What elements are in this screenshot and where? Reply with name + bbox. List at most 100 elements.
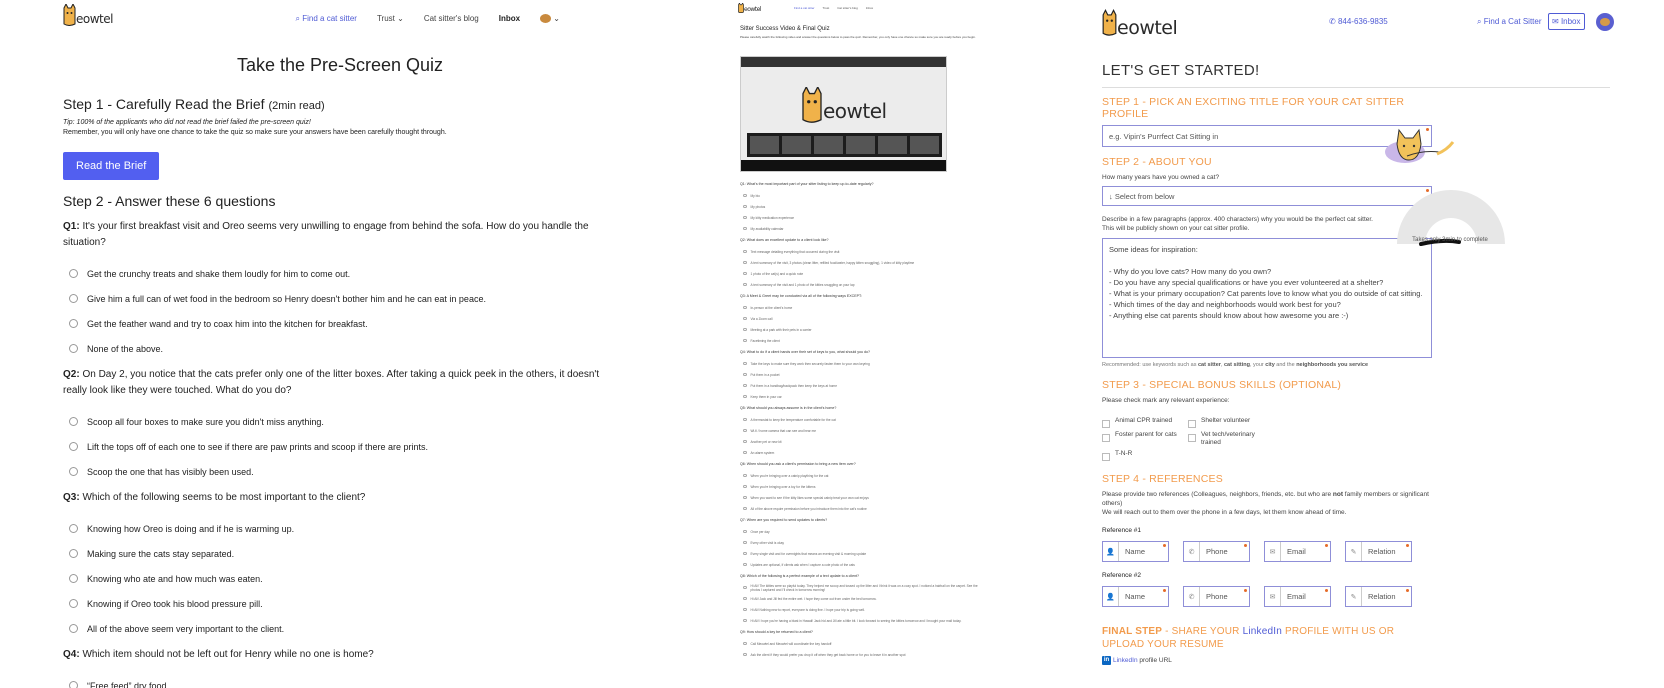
radio-button[interactable] [69, 549, 78, 558]
answer-option[interactable]: Facetiming the client [740, 335, 980, 346]
answer-option[interactable]: All of the above seem very important to … [63, 616, 618, 641]
answer-option[interactable]: Every single visit and for overnights th… [740, 548, 980, 559]
ref1-email-input[interactable]: ✉ Email [1264, 541, 1331, 562]
radio-button[interactable] [743, 484, 747, 489]
answer-option[interactable]: In-person at the client's home [740, 302, 980, 313]
answer-option[interactable]: All of the above require permission befo… [740, 503, 980, 514]
nav-trust[interactable]: Trust ⌄ [377, 14, 404, 24]
radio-button[interactable] [743, 338, 747, 343]
answer-option[interactable]: None of the above. [63, 336, 618, 361]
nav-inbox[interactable]: Inbox [499, 14, 520, 24]
answer-option[interactable]: Knowing if Oreo took his blood pressure … [63, 591, 618, 616]
nav-trust[interactable]: Trust [823, 6, 830, 10]
radio-button[interactable] [743, 204, 747, 209]
nav-avatar[interactable]: ⌄ [540, 14, 560, 24]
radio-button[interactable] [743, 641, 747, 646]
answer-option[interactable]: “Free feed” dry food. [63, 673, 618, 688]
answer-option[interactable]: Scoop all four boxes to make sure you di… [63, 409, 618, 434]
answer-option[interactable]: Updates are optional, if clients ask whe… [740, 559, 980, 570]
ref2-relation-input[interactable]: ✎ Relation [1345, 586, 1412, 607]
radio-button[interactable] [743, 450, 747, 455]
answer-option[interactable]: Via a Zoom call [740, 313, 980, 324]
radio-button[interactable] [69, 681, 78, 688]
radio-button[interactable] [743, 607, 747, 612]
skill-shelter-volunteer[interactable]: Shelter volunteer [1188, 417, 1274, 428]
ref2-name-input[interactable]: 👤 Name [1102, 586, 1169, 607]
years-select[interactable]: ↓ Select from below [1102, 186, 1432, 206]
checkbox[interactable] [1102, 453, 1110, 461]
answer-option[interactable]: Every other visit is okay [740, 537, 980, 548]
radio-button[interactable] [743, 361, 747, 366]
ref2-phone-input[interactable]: ✆ Phone [1183, 586, 1250, 607]
answer-option[interactable]: Once per day [740, 526, 980, 537]
radio-button[interactable] [743, 618, 747, 623]
answer-option[interactable]: A text summary of the visit, 3 photos (c… [740, 257, 980, 268]
meowtel-logo[interactable]: eowtel [63, 4, 113, 26]
checkbox[interactable] [1188, 434, 1196, 442]
ref1-phone-input[interactable]: ✆ Phone [1183, 541, 1250, 562]
answer-option[interactable]: My kitty medication experience [740, 212, 980, 223]
radio-button[interactable] [743, 215, 747, 220]
about-textarea[interactable]: Some ideas for inspiration: - Why do you… [1102, 238, 1432, 358]
nav-inbox-button[interactable]: ✉ Inbox [1548, 13, 1585, 30]
nav-inbox[interactable]: Inbox [866, 6, 873, 10]
radio-button[interactable] [743, 562, 747, 567]
nav-blog[interactable]: Cat sitter's blog [424, 14, 479, 24]
answer-option[interactable]: Get the crunchy treats and shake them lo… [63, 261, 618, 286]
checkbox[interactable] [1188, 420, 1196, 428]
radio-button[interactable] [69, 344, 78, 353]
answer-option[interactable]: Ask the client if they would prefer you … [740, 649, 980, 660]
answer-option[interactable]: Knowing who ate and how much was eaten. [63, 566, 618, 591]
checkbox[interactable] [1102, 434, 1110, 442]
radio-button[interactable] [743, 428, 747, 433]
nav-find-sitter[interactable]: Find a cat sitter [794, 6, 815, 10]
answer-option[interactable]: My availability calendar [740, 223, 980, 234]
radio-button[interactable] [743, 193, 747, 198]
radio-button[interactable] [743, 652, 747, 657]
answer-option[interactable]: Lift the tops off of each one to see if … [63, 434, 618, 459]
answer-option[interactable]: Call Meowtel and Meowtel will coordinate… [740, 638, 980, 649]
ref2-email-input[interactable]: ✉ Email [1264, 586, 1331, 607]
radio-button[interactable] [743, 372, 747, 377]
radio-button[interactable] [69, 417, 78, 426]
answer-option[interactable]: Hi Ali! Nothing new to report, everyone … [740, 604, 980, 615]
radio-button[interactable] [743, 473, 747, 478]
answer-option[interactable]: Get the feather wand and try to coax him… [63, 311, 618, 336]
read-brief-button[interactable]: Read the Brief [63, 152, 160, 180]
radio-button[interactable] [743, 394, 747, 399]
radio-button[interactable] [69, 269, 78, 278]
answer-option[interactable]: Wi-fi / home camera that can see and hea… [740, 425, 980, 436]
radio-button[interactable] [69, 599, 78, 608]
answer-option[interactable]: Scoop the one that has visibly been used… [63, 459, 618, 484]
skill-animal-cpr[interactable]: Animal CPR trained [1102, 417, 1188, 428]
radio-button[interactable] [743, 529, 747, 534]
radio-button[interactable] [743, 585, 747, 590]
radio-button[interactable] [743, 439, 747, 444]
radio-button[interactable] [69, 524, 78, 533]
answer-option[interactable]: Put them in a pocket [740, 369, 980, 380]
radio-button[interactable] [743, 383, 747, 388]
radio-button[interactable] [69, 467, 78, 476]
radio-button[interactable] [69, 294, 78, 303]
radio-button[interactable] [743, 551, 747, 556]
radio-button[interactable] [743, 327, 747, 332]
radio-button[interactable] [743, 596, 747, 601]
answer-option[interactable]: Making sure the cats stay separated. [63, 541, 618, 566]
answer-option[interactable]: Meeting at a park with their pets in a c… [740, 324, 980, 335]
answer-option[interactable]: Hi Ali! The kitties were so playful toda… [740, 582, 980, 593]
radio-button[interactable] [743, 316, 747, 321]
radio-button[interactable] [743, 271, 747, 276]
answer-option[interactable]: My photos [740, 201, 980, 212]
answer-option[interactable]: When you want to see if the kitty likes … [740, 492, 980, 503]
answer-option[interactable]: Put them in a handbag/backpack then keep… [740, 380, 980, 391]
answer-option[interactable]: A thermostat to keep the temperature com… [740, 414, 980, 425]
answer-option[interactable]: Keep them in your car [740, 391, 980, 402]
radio-button[interactable] [69, 319, 78, 328]
phone-link[interactable]: ✆ 844-636-9835 [1329, 17, 1388, 26]
radio-button[interactable] [743, 282, 747, 287]
answer-option[interactable]: Give him a full can of wet food in the b… [63, 286, 618, 311]
skill-vet-tech[interactable]: Vet tech/veterinary trained [1188, 431, 1274, 447]
video-controls[interactable] [741, 160, 946, 171]
answer-option[interactable]: When you're bringing over a toy for the … [740, 481, 980, 492]
answer-option[interactable]: A text summary of the visit and 1 photo … [740, 279, 980, 290]
